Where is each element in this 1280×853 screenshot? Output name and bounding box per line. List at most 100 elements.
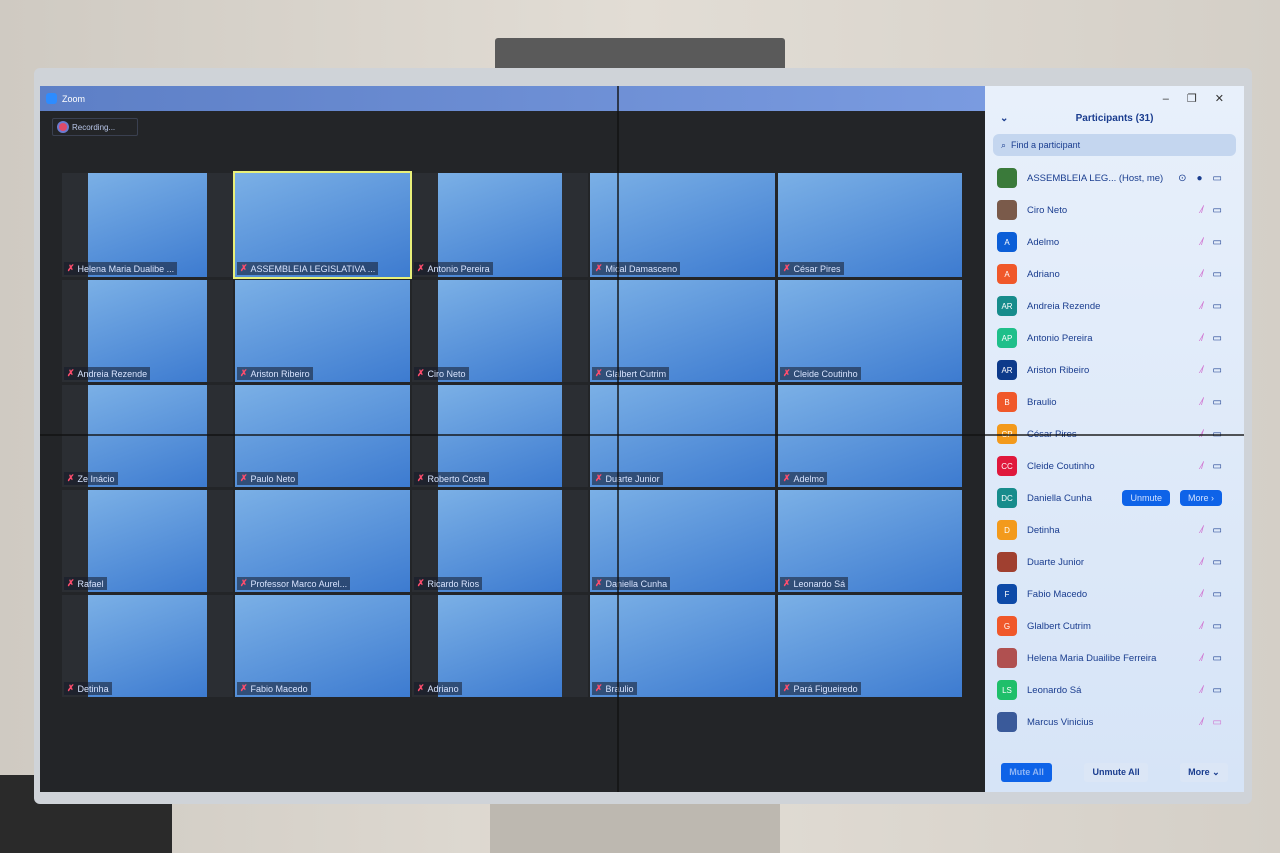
participant-row[interactable]: LS Leonardo Sá ⁄̸ ▭ — [985, 674, 1244, 706]
video-icon[interactable]: ▭ — [1213, 301, 1222, 312]
participant-row[interactable]: AR Ariston Ribeiro ⁄̸ ▭ — [985, 354, 1244, 386]
mic-muted-icon[interactable]: ⁄̸ — [1201, 301, 1203, 312]
video-icon[interactable]: ▭ — [1213, 557, 1222, 568]
video-tile[interactable]: ✗ Ciro Neto — [412, 280, 588, 382]
participant-name: Andreia Rezende — [77, 368, 148, 379]
video-tile[interactable]: ✗ ASSEMBLEIA LEGISLATIVA ... — [233, 171, 412, 279]
mic-muted-icon[interactable]: ⁄̸ — [1201, 237, 1203, 248]
find-participant-input[interactable]: ⌕ Find a participant — [993, 134, 1236, 156]
mic-muted-icon[interactable]: ⁄̸ — [1201, 653, 1203, 664]
recording-indicator[interactable]: Recording... — [52, 118, 138, 136]
video-icon[interactable]: ▭ — [1213, 461, 1222, 472]
video-icon[interactable]: ▭ — [1213, 525, 1222, 536]
mic-muted-icon[interactable]: ⁄̸ — [1201, 525, 1203, 536]
mic-muted-icon[interactable]: ⁄̸ — [1201, 397, 1203, 408]
video-tile[interactable]: ✗ Rafael — [62, 490, 233, 592]
name-label: ✗ Duarte Junior — [592, 472, 663, 485]
video-icon[interactable]: ▭ — [1213, 589, 1222, 600]
video-tile[interactable]: ✗ Adelmo — [778, 385, 962, 487]
mic-muted-icon[interactable]: ⁄̸ — [1201, 717, 1203, 728]
video-off-icon[interactable]: ▭ — [1213, 717, 1222, 728]
panel-footer: Mute All Unmute All More ⌄ — [985, 763, 1244, 782]
video-tile[interactable]: ✗ Pará Figueiredo — [778, 595, 962, 697]
video-icon[interactable]: ▭ — [1213, 621, 1222, 632]
video-icon[interactable]: ▭ — [1213, 653, 1222, 664]
participant-row[interactable]: A Adelmo ⁄̸ ▭ — [985, 226, 1244, 258]
mic-muted-icon[interactable]: ⁄̸ — [1201, 269, 1203, 280]
participant-name: Ariston Ribeiro — [250, 368, 310, 379]
unmute-all-button[interactable]: Unmute All — [1084, 763, 1148, 782]
video-tile[interactable]: ✗ Professor Marco Aurel... — [235, 490, 410, 592]
name-label: ✗ Ciro Neto — [414, 367, 469, 380]
minimize-icon[interactable]: – — [1163, 93, 1169, 105]
participant-row[interactable]: ASSEMBLEIA LEG... (Host, me) ⊙ ● ▭ — [985, 162, 1244, 194]
participant-row[interactable]: Ciro Neto ⁄̸ ▭ — [985, 194, 1244, 226]
video-tile[interactable]: ✗ Paulo Neto — [235, 385, 410, 487]
close-icon[interactable]: ✕ — [1215, 92, 1224, 105]
participant-name: Leonardo Sá — [1027, 684, 1082, 696]
video-tile[interactable]: ✗ Adriano — [412, 595, 588, 697]
video-tile[interactable]: ✗ Leonardo Sá — [778, 490, 962, 592]
restore-icon[interactable]: ❐ — [1187, 92, 1197, 105]
video-tile[interactable]: ✗ Detinha — [62, 595, 233, 697]
name-label: ✗ Rafael — [64, 577, 107, 590]
video-icon[interactable]: ▭ — [1213, 685, 1222, 696]
video-icon[interactable]: ▭ — [1213, 365, 1222, 376]
mic-muted-icon[interactable]: ⁄̸ — [1201, 333, 1203, 344]
video-tile[interactable]: ✗ Roberto Costa — [412, 385, 588, 487]
mic-muted-icon: ✗ — [240, 368, 248, 378]
video-icon[interactable]: ▭ — [1213, 205, 1222, 216]
participant-row[interactable]: G Glalbert Cutrim ⁄̸ ▭ — [985, 610, 1244, 642]
mic-muted-icon[interactable]: ⁄̸ — [1201, 557, 1203, 568]
participant-row[interactable]: D Detinha ⁄̸ ▭ — [985, 514, 1244, 546]
participant-row[interactable]: Marcus Vinicius ⁄̸ ▭ — [985, 706, 1244, 738]
mic-muted-icon[interactable]: ⁄̸ — [1201, 205, 1203, 216]
more-participant-button[interactable]: More › — [1179, 490, 1222, 506]
participant-row[interactable]: AP Antonio Pereira ⁄̸ ▭ — [985, 322, 1244, 354]
participant-name: Paulo Neto — [250, 473, 296, 484]
mic-muted-icon: ✗ — [595, 578, 603, 588]
mute-all-button[interactable]: Mute All — [1001, 763, 1052, 782]
video-tile[interactable]: ✗ Ze Inácio — [62, 385, 233, 487]
participant-row[interactable]: Duarte Junior ⁄̸ ▭ — [985, 546, 1244, 578]
participant-name: Fabio Macedo — [1027, 588, 1088, 600]
video-icon[interactable]: ▭ — [1213, 269, 1222, 280]
participant-name: Duarte Junior — [1027, 556, 1085, 568]
zoom-window: Zoom Recording... ✗ Helena Maria Dualibe … — [40, 86, 1244, 792]
video-icon[interactable]: ▭ — [1213, 237, 1222, 248]
video-tile[interactable]: ✗ Fabio Macedo — [235, 595, 410, 697]
name-label: ✗ Mical Damasceno — [592, 262, 681, 275]
video-icon[interactable]: ▭ — [1213, 397, 1222, 408]
more-button[interactable]: More ⌄ — [1180, 763, 1228, 782]
mic-icon[interactable]: ● — [1197, 173, 1203, 184]
participant-row[interactable]: AR Andreia Rezende ⁄̸ ▭ — [985, 290, 1244, 322]
video-icon[interactable]: ▭ — [1213, 333, 1222, 344]
participant-row[interactable]: DC Daniella Cunha Unmute More › — [985, 482, 1244, 514]
chevron-down-icon[interactable]: ⌄ — [1000, 113, 1008, 124]
name-label: ✗ Andreia Rezende — [64, 367, 151, 380]
video-tile[interactable]: ✗ Cleide Coutinho — [778, 280, 962, 382]
mic-muted-icon[interactable]: ⁄̸ — [1201, 461, 1203, 472]
mic-muted-icon[interactable]: ⁄̸ — [1201, 589, 1203, 600]
mic-muted-icon[interactable]: ⁄̸ — [1201, 365, 1203, 376]
video-tile[interactable]: ✗ Helena Maria Dualibe ... — [62, 173, 233, 277]
video-tile[interactable]: ✗ César Pires — [778, 173, 962, 277]
video-tile[interactable]: ✗ Andreia Rezende — [62, 280, 233, 382]
participant-name: Braulio — [1027, 396, 1057, 408]
participant-row[interactable]: B Braulio ⁄̸ ▭ — [985, 386, 1244, 418]
video-tile[interactable]: ✗ Ariston Ribeiro — [235, 280, 410, 382]
participant-row[interactable]: CC Cleide Coutinho ⁄̸ ▭ — [985, 450, 1244, 482]
unmute-button[interactable]: Unmute — [1122, 490, 1170, 506]
participant-row[interactable]: A Adriano ⁄̸ ▭ — [985, 258, 1244, 290]
mic-muted-icon[interactable]: ⁄̸ — [1201, 621, 1203, 632]
participant-name: Leonardo Sá — [793, 578, 846, 589]
participant-row[interactable]: F Fabio Macedo ⁄̸ ▭ — [985, 578, 1244, 610]
participant-name: Antonio Pereira — [1027, 332, 1093, 344]
avatar: AP — [997, 328, 1017, 348]
participant-name: ASSEMBLEIA LEGISLATIVA ... — [250, 263, 376, 274]
video-tile[interactable]: ✗ Ricardo Rios — [412, 490, 588, 592]
mic-muted-icon[interactable]: ⁄̸ — [1201, 685, 1203, 696]
video-tile[interactable]: ✗ Antonio Pereira — [412, 173, 588, 277]
video-icon[interactable]: ▭ — [1213, 173, 1222, 184]
participant-row[interactable]: Helena Maria Duailibe Ferreira ⁄̸ ▭ — [985, 642, 1244, 674]
